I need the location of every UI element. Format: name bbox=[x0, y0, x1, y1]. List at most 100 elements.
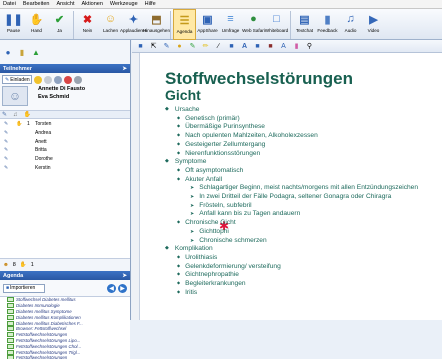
moderator-name: Annette Di Fausto bbox=[38, 86, 86, 92]
toolbar-button-hinausgehen[interactable]: ⬒ Hinausgehen bbox=[143, 9, 170, 40]
participant-name: Dorothe bbox=[35, 156, 53, 163]
participants-header: Teilnehmer ➤ bbox=[0, 64, 130, 73]
agenda-item-label: Stoffwechsel Diabetes mellitus bbox=[16, 297, 76, 303]
participant-row[interactable]: ✎ Dorothe bbox=[0, 155, 130, 164]
participant-row[interactable]: ✎ Britta bbox=[0, 146, 130, 155]
participant-row[interactable]: ✎ ✋ 1 Torsten bbox=[0, 120, 130, 129]
invite-button[interactable]: ✎ Einladen bbox=[2, 75, 32, 84]
agenda-pin-icon[interactable]: ➤ bbox=[122, 273, 127, 279]
slide-bullet-level-3: In zwei Dritteil der Fälle Podagra, selt… bbox=[190, 193, 391, 202]
x-icon: ✖ bbox=[82, 13, 93, 26]
feedback-icon: ▮ bbox=[324, 13, 331, 26]
pen-icon[interactable]: ✎ bbox=[4, 121, 16, 127]
settings-tool-icon[interactable] bbox=[54, 76, 62, 84]
slide-icon bbox=[7, 314, 14, 320]
line-color-icon[interactable]: ■ bbox=[265, 41, 276, 51]
previous-icon[interactable]: ◀ bbox=[107, 283, 116, 293]
slide-bullet-level-2: Nach opulenten Mahlzeiten, Alkoholexzess… bbox=[177, 132, 318, 141]
agenda-list: Stoffwechsel Diabetes mellitus Diabetes I… bbox=[0, 297, 130, 359]
participant-name: Torsten bbox=[35, 121, 52, 128]
agenda-item-label: Diabetes Immunologie bbox=[16, 303, 60, 309]
eraser-icon[interactable]: ▮ bbox=[291, 41, 302, 51]
smiley-icon: ☺ bbox=[104, 13, 117, 25]
participant-row[interactable]: ✎ Anett bbox=[0, 137, 130, 146]
mic-column-icon[interactable]: ♫ bbox=[13, 112, 18, 118]
smiley-tool-icon[interactable] bbox=[34, 76, 42, 84]
slide-icon bbox=[7, 355, 14, 359]
select-icon[interactable]: ⇱ bbox=[148, 41, 159, 51]
menu-item[interactable]: Datei bbox=[3, 1, 16, 7]
user-lock-icon[interactable]: ● bbox=[2, 46, 14, 58]
toolbar-button-applaudieren[interactable]: ✦ Applaudieren bbox=[120, 9, 147, 40]
slide-bullet-level-2: Begleiterkrankungen bbox=[177, 280, 245, 289]
menu-item[interactable]: Hilfe bbox=[145, 1, 156, 7]
toolbar-button-nein[interactable]: ✖ Nein bbox=[76, 9, 99, 40]
toolbar-button-umfrage[interactable]: ≡ Umfrage bbox=[219, 9, 242, 40]
participant-name: Kerstin bbox=[35, 164, 51, 171]
toolbar-button-textchat[interactable]: ▤ Textchat bbox=[293, 9, 316, 40]
next-icon[interactable]: ▶ bbox=[118, 283, 127, 293]
fill-icon[interactable]: ● bbox=[174, 41, 185, 51]
menu-item[interactable]: Bearbeiten bbox=[23, 1, 50, 7]
import-button[interactable]: ■ Importieren bbox=[3, 283, 45, 293]
toolbar-button-appshare[interactable]: ▣ AppShare bbox=[196, 9, 219, 40]
toolbar-button-label: Audio bbox=[344, 28, 357, 33]
lock-icon[interactable]: ▮ bbox=[16, 46, 28, 58]
raised-hand-icon: ✋ bbox=[16, 121, 23, 128]
toolbar-button-hand[interactable]: ✋ Hand bbox=[25, 9, 48, 40]
pen-tool-icon[interactable] bbox=[44, 76, 52, 84]
pen-icon[interactable]: ✎ bbox=[4, 165, 16, 171]
marker-icon[interactable]: ✏ bbox=[200, 41, 211, 51]
menu-item[interactable]: Ansicht bbox=[56, 1, 74, 7]
pen-column-icon[interactable]: ✎ bbox=[2, 111, 7, 118]
participant-name: Anett bbox=[35, 138, 47, 145]
slide-bullet-level-2: Gichtnephropathie bbox=[177, 271, 239, 280]
people-count-icon: ☻ bbox=[3, 262, 9, 268]
presentation-area: ■ ⇱ ✎ ● ✎ ✏ ∕ ■ A ■ ■ A ▮ ⚲ Stoffwechsel… bbox=[132, 40, 442, 320]
toolbar-button-audio[interactable]: ♫ Audio bbox=[339, 9, 362, 40]
remove-tool-icon[interactable] bbox=[74, 76, 82, 84]
rectangle-icon[interactable]: ■ bbox=[226, 41, 237, 51]
agenda-item-label: Fettstoffwechselstörungen bbox=[16, 355, 68, 359]
pen-icon[interactable]: ✎ bbox=[4, 130, 16, 136]
import-label: Importieren bbox=[10, 285, 36, 291]
toolbar-button-whiteboard[interactable]: □ Whiteboard bbox=[265, 9, 289, 40]
line-icon[interactable]: ∕ bbox=[213, 41, 224, 51]
pen-icon[interactable]: ✎ bbox=[4, 156, 16, 162]
toolbar-button-label: AppShare bbox=[197, 28, 218, 33]
moderator-avatar: ☺ bbox=[2, 86, 28, 106]
save-icon[interactable]: ■ bbox=[135, 41, 146, 51]
hand-column-icon[interactable]: ✋ bbox=[24, 111, 31, 118]
toolbar-button-lachen[interactable]: ☺ Lachen bbox=[99, 9, 122, 40]
zoom-icon[interactable]: ⚲ bbox=[304, 41, 315, 51]
pen-icon[interactable]: ✎ bbox=[4, 139, 16, 145]
text-icon[interactable]: A bbox=[239, 41, 250, 51]
agenda-item[interactable]: Fettstoffwechselstörungen bbox=[0, 355, 130, 359]
pen-icon[interactable]: ✎ bbox=[4, 147, 16, 153]
pin-icon[interactable]: ➤ bbox=[122, 66, 127, 72]
slide-icon bbox=[7, 343, 14, 349]
toolbar-button-pause[interactable]: ❚❚ Pause bbox=[2, 9, 25, 40]
hand-count: 1 bbox=[30, 262, 34, 268]
toolbar-button-web-safari[interactable]: ● Web Safari bbox=[242, 9, 265, 40]
signal-icon[interactable]: ▲ bbox=[30, 46, 42, 58]
toolbar-button-ja[interactable]: ✔ Ja bbox=[48, 9, 71, 40]
participant-row[interactable]: ✎ Kerstin bbox=[0, 163, 130, 172]
brush-icon[interactable]: ✎ bbox=[187, 41, 198, 51]
participant-row[interactable]: ✎ Andrea bbox=[0, 129, 130, 138]
menu-item[interactable]: Aktionen bbox=[82, 1, 103, 7]
toolbar-button-feedback[interactable]: ▮ Feedback bbox=[316, 9, 339, 40]
menu-item[interactable]: Werkzeuge bbox=[110, 1, 138, 7]
pen-icon[interactable]: ✎ bbox=[161, 41, 172, 51]
participant-name: Britta bbox=[35, 147, 47, 154]
font-size-icon[interactable]: A bbox=[278, 41, 289, 51]
toolbar-button-video[interactable]: ▶ Video bbox=[362, 9, 385, 40]
participants-list-header: ✎ ♫ ✋ bbox=[0, 111, 130, 119]
left-panel: ● ▮ ▲ Teilnehmer ➤ ✎ Einladen ☺ Annette … bbox=[0, 40, 131, 359]
slide-title: Stoffwechselstörungen bbox=[165, 69, 353, 88]
stop-tool-icon[interactable] bbox=[64, 76, 72, 84]
fill-color-icon[interactable]: ■ bbox=[252, 41, 263, 51]
vertical-scrollbar[interactable] bbox=[132, 53, 140, 320]
slide-bullet-level-1: Ursache bbox=[165, 106, 200, 115]
toolbar-button-agenda[interactable]: ☰ Agenda bbox=[173, 9, 196, 40]
